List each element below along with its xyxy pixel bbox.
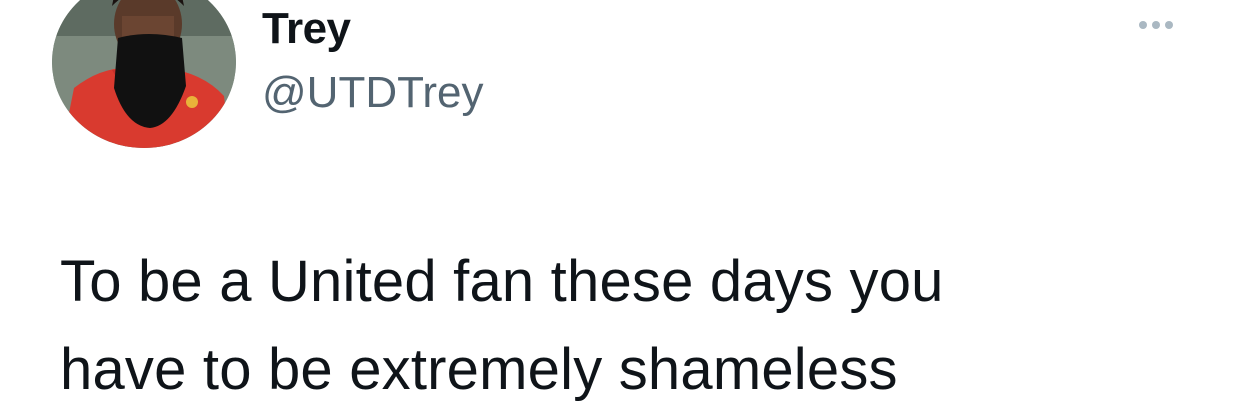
more-options-icon — [1139, 21, 1147, 29]
display-name[interactable]: Trey — [262, 4, 351, 54]
more-options-icon-dot — [1152, 21, 1160, 29]
profile-photo-icon — [52, 0, 236, 148]
tweet-text: To be a United fan these days you have t… — [60, 238, 1220, 413]
tweet-card: Trey @UTDTrey To be a United fan these d… — [0, 0, 1242, 413]
avatar[interactable] — [52, 0, 236, 148]
user-handle[interactable]: @UTDTrey — [262, 68, 483, 118]
more-options-button[interactable] — [1126, 12, 1186, 38]
more-options-icon-dot — [1165, 21, 1173, 29]
tweet-text-line: have to be extremely shameless — [60, 337, 898, 402]
tweet-text-line: To be a United fan these days you — [60, 249, 944, 314]
